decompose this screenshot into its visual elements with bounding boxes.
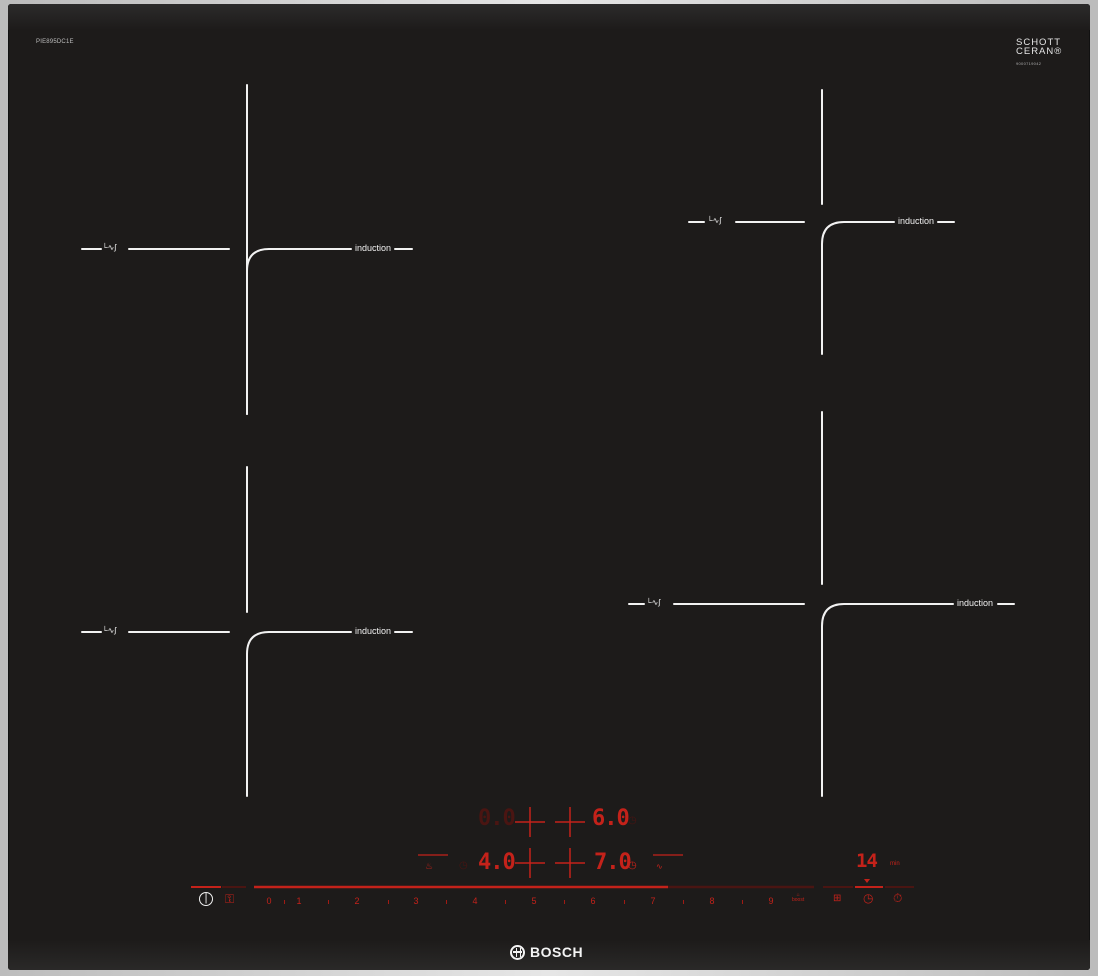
slider-tick — [564, 900, 565, 904]
front-right-timer-icon[interactable]: ◷ — [628, 860, 637, 871]
slider-value-5[interactable]: 5 — [527, 896, 541, 906]
zone-link-icon[interactable]: ⊞ — [833, 893, 841, 904]
zone-rear-right-pot-icon: └∿ʃ — [707, 216, 722, 225]
stopwatch-icon[interactable]: ⏱ — [893, 891, 902, 906]
cooking-timer-icon[interactable]: ◷ — [863, 891, 873, 905]
zone-rear-left-pot-icon: └∿ʃ — [102, 243, 117, 252]
slider-tick — [284, 900, 285, 904]
pan-frying-icon[interactable]: ♨ — [425, 861, 433, 872]
zone-rear-right-label: induction — [898, 216, 935, 226]
zone-front-right-label: induction — [957, 598, 994, 608]
childlock-icon[interactable]: ⚿ — [225, 892, 234, 907]
front-left-timer-icon[interactable]: ◷ — [459, 860, 468, 871]
boost-button[interactable]: ⌂ boost — [792, 893, 804, 903]
slider-value-1[interactable]: 1 — [292, 896, 306, 906]
slider-tick — [388, 900, 389, 904]
slider-tick — [624, 900, 625, 904]
slider-value-3[interactable]: 3 — [409, 896, 423, 906]
slider-value-2[interactable]: 2 — [350, 896, 364, 906]
bosch-logo-icon — [510, 944, 525, 960]
zone-front-left-pot-icon: └∿ʃ — [102, 626, 117, 635]
zone-markings — [81, 84, 1015, 889]
slider-tick — [505, 900, 506, 904]
slider-value-4[interactable]: 4 — [468, 896, 482, 906]
boost-label: boost — [792, 897, 805, 903]
slider-value-8[interactable]: 8 — [705, 896, 719, 906]
slider-tick — [328, 900, 329, 904]
control-bar — [191, 807, 914, 889]
timer-unit: min — [890, 861, 900, 867]
slider-value-9[interactable]: 9 — [764, 896, 778, 906]
zone-front-left-display: 4.0 — [478, 850, 516, 875]
zone-rear-right-display: 6.0 — [592, 806, 630, 831]
brand-name: BOSCH — [530, 944, 584, 960]
ceramic-glass-surface: PIE895DC1E SCHOTT CERAN® 9000719042 └∿ʃ … — [8, 4, 1090, 970]
pot-sensor-icon[interactable]: ∿ — [656, 862, 663, 871]
timer-display: 14 — [856, 850, 878, 872]
slider-tick — [446, 900, 447, 904]
rear-right-timer-icon[interactable]: ◷ — [628, 815, 637, 826]
slider-value-0[interactable]: 0 — [262, 896, 276, 906]
slider-value-7[interactable]: 7 — [646, 896, 660, 906]
power-icon[interactable]: | — [199, 892, 213, 906]
zone-front-right-pot-icon: └∿ʃ — [646, 598, 661, 607]
zone-rear-left-display: 0.0 — [478, 806, 516, 831]
slider-tick — [683, 900, 684, 904]
zone-front-left-label: induction — [355, 626, 392, 636]
slider-value-6[interactable]: 6 — [586, 896, 600, 906]
bosch-brand: BOSCH — [510, 944, 583, 960]
slider-tick — [742, 900, 743, 904]
zone-rear-left-label: induction — [355, 243, 392, 253]
zone-front-right-display: 7.0 — [594, 850, 632, 875]
